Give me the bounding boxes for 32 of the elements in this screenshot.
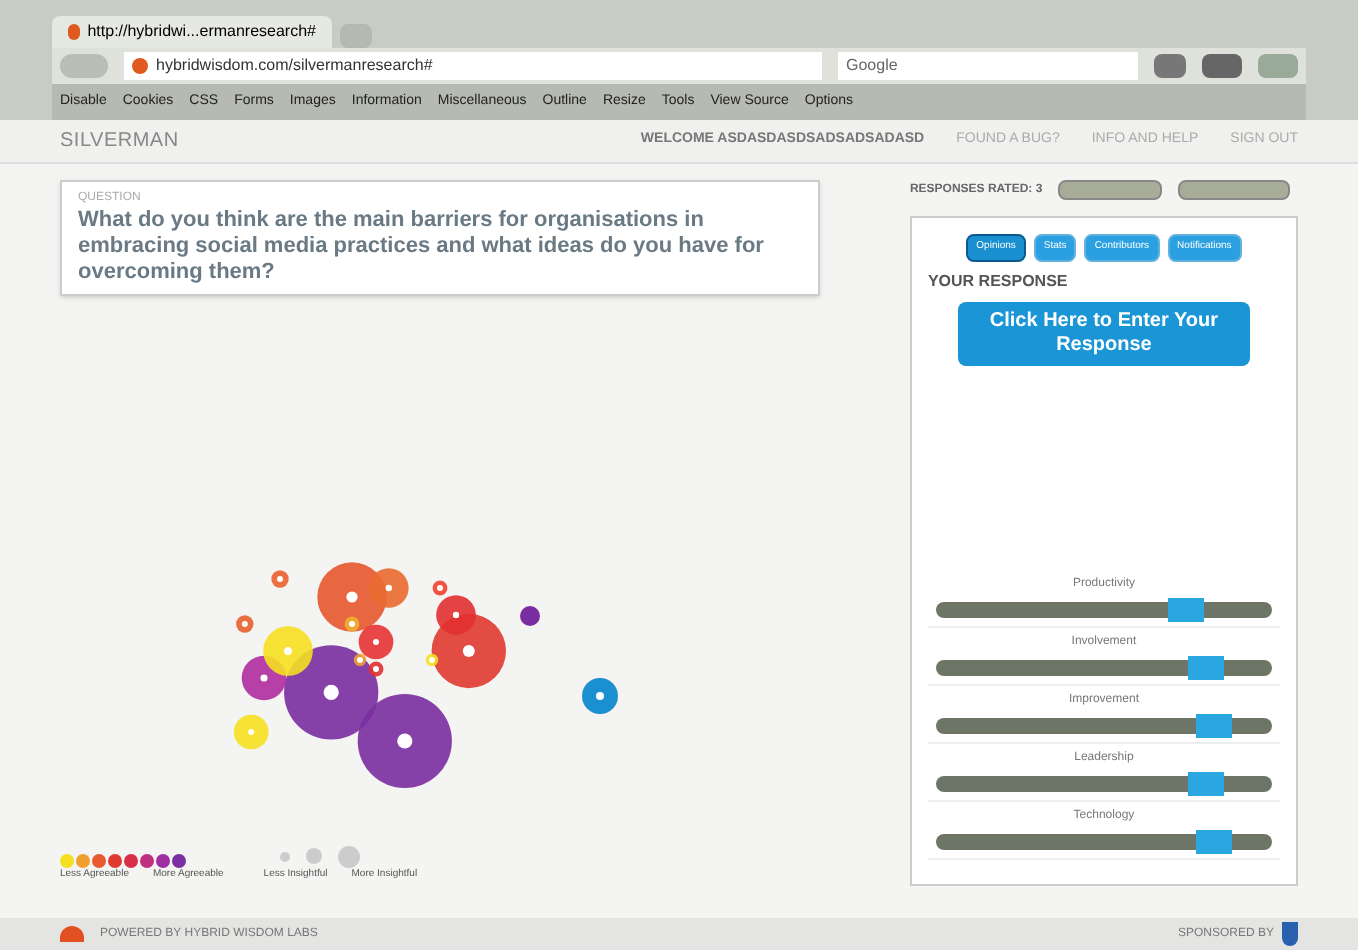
view-button[interactable]: [1178, 180, 1291, 200]
slider-thumb[interactable]: [1195, 830, 1232, 854]
bubble: [357, 693, 452, 789]
logo-icon: [60, 926, 84, 942]
address-bar[interactable]: hybridwisdom.com/silvermanresearch#: [124, 52, 822, 80]
search-field[interactable]: Google: [838, 52, 1138, 80]
bubble: [236, 615, 254, 633]
slider-track[interactable]: [935, 660, 1272, 676]
site-icon: [68, 24, 80, 40]
toolbar-icon[interactable]: [1258, 54, 1298, 78]
slider-track[interactable]: [935, 776, 1272, 792]
toolbar-icon[interactable]: [1202, 54, 1242, 78]
new-tab-button[interactable]: [340, 24, 372, 48]
bubble: [233, 714, 269, 750]
slider-track[interactable]: [935, 718, 1272, 734]
site-icon: [132, 58, 148, 74]
slider-track[interactable]: [935, 602, 1272, 618]
slider-thumb[interactable]: [1188, 772, 1225, 796]
bubble: [271, 570, 289, 588]
slider-track[interactable]: [935, 834, 1272, 850]
view-button[interactable]: [1058, 180, 1163, 200]
sponsor-logo-icon: [1282, 922, 1298, 946]
bubble: [582, 678, 618, 714]
question-text: What do you think are the main barriers for organisations in embracing social media practices and what ideas do you have for overcoming them?: [78, 208, 766, 286]
slider-thumb[interactable]: [1168, 598, 1205, 622]
bubble: [520, 606, 540, 626]
panel-heading: YOUR RESPONSE: [927, 269, 1070, 293]
slider-thumb[interactable]: [1195, 714, 1232, 738]
slider-thumb[interactable]: [1188, 656, 1225, 680]
back-button[interactable]: [60, 54, 108, 78]
browser-tab[interactable]: http://hybridwi...ermanresearch#: [52, 16, 332, 48]
logo: SILVERMAN: [60, 128, 179, 156]
